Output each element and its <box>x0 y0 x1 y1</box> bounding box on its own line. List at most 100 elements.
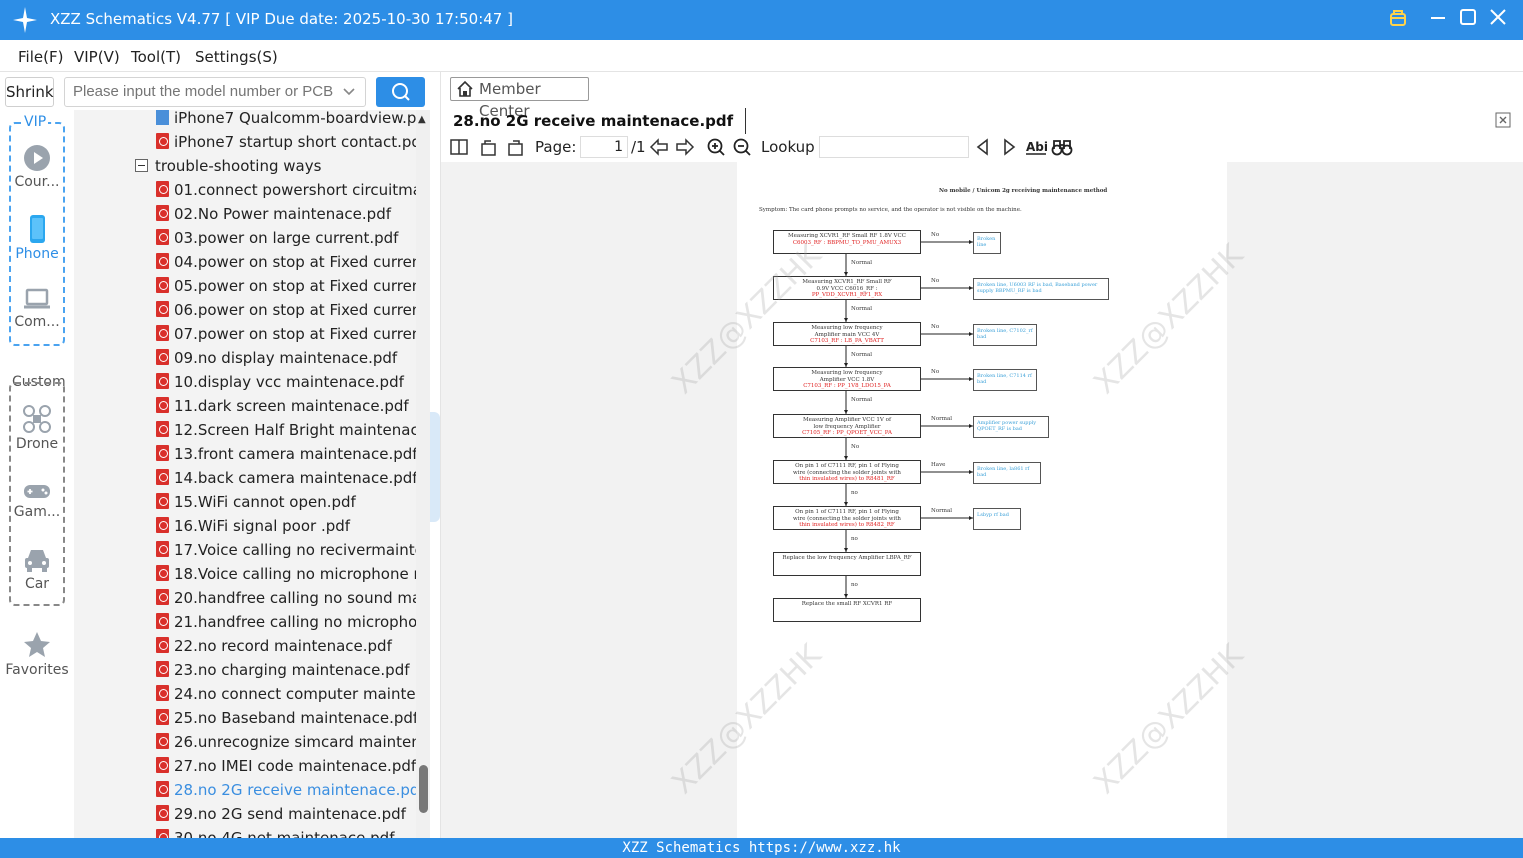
tree-item-boardview[interactable]: iPhone7 Qualcomm-boardview.pcb <box>156 110 416 130</box>
tree-item-file[interactable]: 16.WiFi signal poor .pdf <box>156 514 350 538</box>
tree-item-label: 10.display vcc maintenace.pdf <box>174 373 404 391</box>
sidebar-item-courses[interactable]: Cour... <box>0 144 74 190</box>
tree-item-file[interactable]: 21.handfree calling no microphone mainte… <box>156 610 416 634</box>
pdf-file-icon <box>156 445 169 461</box>
tree-item-file[interactable]: 10.display vcc maintenace.pdf <box>156 370 404 394</box>
sidebar-item-phone[interactable]: Phone <box>0 214 74 262</box>
tree-item-file[interactable]: 30.no 4G net maintenace.pdf <box>156 826 394 838</box>
lookup-input[interactable] <box>819 136 969 158</box>
menu-vip[interactable]: VIP(V) <box>74 48 120 66</box>
binoculars-icon[interactable] <box>1051 137 1073 157</box>
panel-splitter[interactable] <box>430 412 440 522</box>
prev-page-icon[interactable] <box>649 137 669 157</box>
scroll-up-icon[interactable]: ▲ <box>418 114 426 125</box>
tree-item-file[interactable]: 28.no 2G receive maintenace.pdf <box>156 778 416 802</box>
tree-item-file[interactable]: 24.no connect computer maintenace.pdf <box>156 682 416 706</box>
next-page-icon[interactable] <box>675 137 695 157</box>
tree-folder-troubleshooting[interactable]: trouble-shooting ways <box>135 154 321 178</box>
tree-item-file[interactable]: 29.no 2G send maintenace.pdf <box>156 802 406 826</box>
collapse-icon[interactable] <box>135 159 148 172</box>
flow-step-box: Replace the low frequency Amplifier LBPA… <box>773 552 921 576</box>
rotate-right-icon[interactable] <box>505 137 525 157</box>
tree-item-label: 29.no 2G send maintenace.pdf <box>174 805 406 823</box>
tree-item-label: 06.power on stop at Fixed current 6 <box>174 301 416 319</box>
tree-item-startup-short[interactable]: iPhone7 startup short contact.pdf <box>156 130 416 154</box>
tree-item-file[interactable]: 01.connect powershort circuitmaintenace.… <box>156 178 416 202</box>
tree-item-file[interactable]: 20.handfree calling no sound maintenace.… <box>156 586 416 610</box>
pdf-toolbar: Page: 1 /1 Lookup Abi <box>441 134 1523 160</box>
flow-step-line: Measuring low frequency <box>811 370 883 376</box>
flow-step-box: Measuring low frequency Amplifier VCC 1.8… <box>773 367 921 391</box>
tree-item-label: 02.No Power maintenace.pdf <box>174 205 391 223</box>
tree-item-file[interactable]: 27.no IMEI code maintenace.pdf <box>156 754 416 778</box>
tree-item-file[interactable]: 26.unrecognize simcard maintenace.pdf <box>156 730 416 754</box>
tree-item-file[interactable]: 05.power on stop at Fixed current 4 <box>156 274 416 298</box>
flow-result-box: Broken line, la861 rf bad <box>973 462 1041 484</box>
tree-item-file[interactable]: 04.power on stop at Fixed current 2 <box>156 250 416 274</box>
sidebar-item-label: Com... <box>14 314 60 330</box>
page-input[interactable]: 1 <box>580 136 628 158</box>
match-case-icon[interactable]: Abi <box>1025 137 1047 157</box>
menu-tool[interactable]: Tool(T) <box>131 48 181 66</box>
phone-icon <box>30 215 45 243</box>
flow-next-label: No <box>851 444 860 450</box>
find-next-icon[interactable] <box>999 137 1019 157</box>
tree-item-file[interactable]: 07.power on stop at Fixed current 8 <box>156 322 416 346</box>
search-button[interactable] <box>376 77 425 107</box>
menu-file[interactable]: File(F) <box>18 48 63 66</box>
tree-item-file[interactable]: 15.WiFi cannot open.pdf <box>156 490 356 514</box>
tree-item-file[interactable]: 12.Screen Half Bright maintenace.pdf <box>156 418 416 442</box>
sidebar-item-gamepad[interactable]: Gam... <box>0 480 74 520</box>
scrollbar-thumb[interactable] <box>419 765 428 813</box>
tree-item-file[interactable]: 22.no record maintenace.pdf <box>156 634 392 658</box>
tree-item-file[interactable]: 03.power on large current.pdf <box>156 226 398 250</box>
close-button[interactable] <box>1486 8 1510 32</box>
flow-step-line: On pin 1 of C7111 RF, pin 1 of Flying <box>795 463 899 469</box>
search-icon <box>392 83 410 101</box>
tree-item-file[interactable]: 17.Voice calling no recivermaintenace.pd… <box>156 538 416 562</box>
tree-item-file[interactable]: 18.Voice calling no microphone maintenac… <box>156 562 416 586</box>
tree-item-file[interactable]: 06.power on stop at Fixed current 6 <box>156 298 416 322</box>
tree-item-file[interactable]: 11.dark screen maintenace.pdf <box>156 394 409 418</box>
maximize-button[interactable] <box>1456 8 1480 32</box>
search-input[interactable] <box>73 83 333 100</box>
chevron-down-icon[interactable] <box>341 84 357 100</box>
flow-result-text: Lsbyp rf bad <box>977 512 1009 518</box>
gift-icon[interactable] <box>1386 8 1410 32</box>
zoom-in-icon[interactable] <box>706 137 726 157</box>
flow-step-line: C7103_RF : PP_1V8_LDO15_PA <box>803 383 891 389</box>
split-view-icon[interactable] <box>449 137 469 157</box>
rotate-left-icon[interactable] <box>479 137 499 157</box>
tree-item-label: 16.WiFi signal poor .pdf <box>174 517 351 535</box>
tab-document[interactable]: 28.no 2G receive maintenace.pdf <box>453 108 747 134</box>
tree-item-label: 21.handfree calling no microphone mainte… <box>174 613 416 631</box>
pdf-file-icon <box>156 229 169 245</box>
tree-item-file[interactable]: 23.no charging maintenace.pdf <box>156 658 410 682</box>
tree-scrollbar[interactable]: ▲ <box>416 110 430 838</box>
vip-group-title: VIP <box>22 114 49 130</box>
pdf-file-icon <box>156 829 169 838</box>
tree-item-file[interactable]: 13.front camera maintenace.pdf <box>156 442 416 466</box>
car-icon <box>25 550 49 572</box>
tree-item-label: 28.no 2G receive maintenace.pdf <box>174 781 416 799</box>
sidebar-item-computer[interactable]: Com... <box>0 286 74 330</box>
minimize-button[interactable] <box>1426 8 1450 32</box>
pdf-viewer[interactable]: No mobile / Unicom 2g receiving maintena… <box>441 162 1523 838</box>
tree-item-label: 13.front camera maintenace.pdf <box>174 445 416 463</box>
tree-item-file[interactable]: 02.No Power maintenace.pdf <box>156 202 391 226</box>
flow-step-box: Measuring Amplifier VCC 1V of low frequen… <box>773 414 921 438</box>
close-tab-icon[interactable] <box>1495 112 1511 128</box>
tree-item-file[interactable]: 25.no Baseband maintenace.pdf <box>156 706 416 730</box>
flow-next-label: no <box>851 582 858 588</box>
tree-item-file[interactable]: 09.no display maintenace.pdf <box>156 346 397 370</box>
tree-item-file[interactable]: 14.back camera maintenace.pdf <box>156 466 416 490</box>
menu-settings[interactable]: Settings(S) <box>195 48 278 66</box>
sidebar-item-car[interactable]: Car <box>0 546 74 592</box>
sidebar-item-drone[interactable]: Drone <box>0 404 74 452</box>
tree-item-label: 01.connect powershort circuitmaintenace.… <box>174 181 416 199</box>
shrink-button[interactable]: Shrink <box>5 77 54 107</box>
sidebar-item-favorites[interactable]: Favorites <box>0 630 74 678</box>
zoom-out-icon[interactable] <box>732 137 752 157</box>
find-prev-icon[interactable] <box>973 137 993 157</box>
member-center-button[interactable]: Member Center <box>450 77 589 120</box>
